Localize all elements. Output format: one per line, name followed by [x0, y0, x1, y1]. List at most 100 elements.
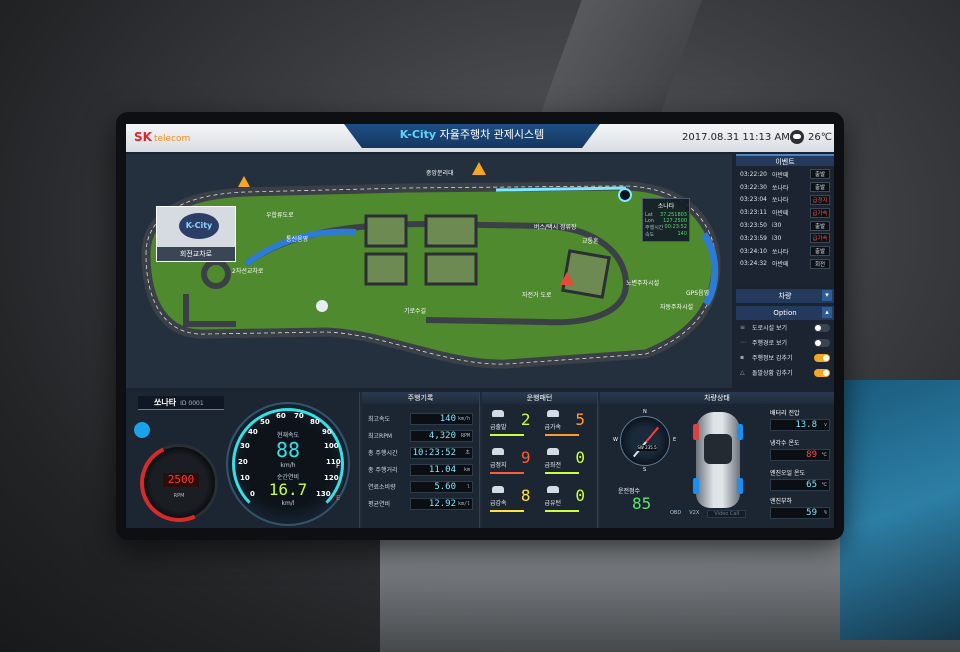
popup-row: 속도 140	[645, 231, 687, 238]
vehicle-name-tag[interactable]: 쏘나타 ID 0001	[138, 396, 224, 410]
pattern-label: 급출발	[490, 424, 507, 431]
event-row[interactable]: 03:22:20 아반떼 출발	[740, 168, 830, 181]
pattern-value: 0	[575, 486, 585, 505]
map-label-bike-road: 자전거 도로	[522, 292, 552, 299]
tablet-frame: SK telecom K-City 자율주행차 관제시스템 2017.08.31 …	[116, 112, 844, 540]
rpm-gauge: 2500 RPM	[129, 433, 229, 528]
map-label-auto-parking: 자동주차시설	[660, 304, 694, 311]
camera-icon[interactable]	[134, 422, 150, 438]
car-icon	[546, 448, 559, 455]
header-bar: SK telecom K-City 자율주행차 관제시스템 2017.08.31 …	[126, 124, 834, 152]
route-highlight	[495, 186, 627, 192]
fuel-eff-unit: km/l	[281, 500, 295, 507]
pattern-value: 0	[575, 448, 585, 467]
map-label-tree-road: 기로수길	[404, 308, 427, 315]
car-icon: ▪	[740, 354, 745, 361]
vehicle-status-pane: 차량상태 N S E W SW 235.5 운전점수 85 OBD V2X Vi…	[600, 392, 834, 528]
speed-unit: km/h	[280, 462, 296, 469]
pattern-label: 급좌전	[544, 462, 562, 469]
toggle-hide-incidents[interactable]	[814, 368, 830, 377]
record-row: 총 주행거리 11.04 km	[362, 461, 479, 478]
popup-title: 소나타	[657, 203, 675, 210]
car-topview	[693, 412, 743, 508]
warning-icon: △	[740, 369, 745, 376]
drive-score-value: 85	[632, 494, 652, 513]
v2x-tag[interactable]: V2X	[689, 510, 699, 518]
rotary-preview-card[interactable]: K-City 회전교차로	[156, 206, 236, 262]
compass-w: W	[613, 437, 618, 443]
pattern-cell: 급출발 2	[488, 408, 537, 442]
event-row[interactable]: 03:23:04 쏘나타 급정지	[740, 194, 830, 207]
fuel-empty-mark: E	[336, 494, 341, 502]
warning-sign-icon[interactable]	[238, 176, 250, 187]
pattern-bar	[490, 434, 524, 436]
car-icon	[492, 448, 504, 455]
vehicle-dropdown[interactable]: 차량 ▾	[736, 289, 834, 303]
pattern-bar	[544, 434, 579, 436]
option-road-facilities[interactable]: ≡ 도로시설 보기	[736, 320, 834, 335]
driving-record-header: 주행기록	[362, 392, 479, 404]
driving-pattern-header: 운행패턴	[482, 392, 597, 404]
oil-meter: 엔진오일 온도 65 ℃	[770, 468, 830, 491]
load-meter: 엔진부하 59%	[770, 496, 830, 519]
car-window	[704, 434, 732, 464]
tire-front-left	[693, 424, 699, 440]
background-window	[840, 380, 960, 640]
car-icon	[492, 486, 504, 493]
battery-meter: 배터리 전압 13.8 v	[770, 408, 830, 431]
screen: SK telecom K-City 자율주행차 관제시스템 2017.08.31 …	[126, 124, 834, 528]
events-list[interactable]: 03:22:20 아반떼 출발 03:22:30 쏘나타 출발 03:23:04 쏘나타 급…	[736, 166, 834, 286]
pattern-bar	[490, 472, 524, 474]
option-route[interactable]: ⋯ 주행경로 보기	[736, 335, 834, 350]
track-map[interactable]: K-City 회전교차로 중앙분리대 우합류도로 통신음영 2차선교차로 버스/…	[126, 154, 732, 388]
route-icon: ⋯	[740, 339, 746, 346]
toggle-hide-info[interactable]	[814, 353, 830, 362]
option-hide-incidents[interactable]: △ 돌발상황 감추기	[736, 365, 834, 380]
pattern-bar	[544, 510, 579, 512]
chevron-up-icon[interactable]: ▴	[822, 307, 832, 318]
toggle-route[interactable]	[814, 338, 830, 347]
background-pillar	[538, 0, 702, 120]
hazard-sign-icon[interactable]	[560, 272, 574, 285]
pattern-cell: 급감속 8	[488, 484, 537, 518]
compass-readout: SW 235.5	[637, 445, 657, 451]
pattern-value: 5	[575, 410, 585, 429]
toggle-road-facilities[interactable]	[814, 323, 830, 332]
pattern-cell: 급유턴 0	[543, 484, 592, 518]
option-header[interactable]: Option ▴	[736, 306, 834, 320]
fuel-eff-value: 16.7	[268, 480, 308, 499]
event-row[interactable]: 03:24:32 아반떼 회전	[740, 258, 830, 271]
map-label-bus-stop: 버스/택시 정류장	[534, 224, 577, 231]
event-row[interactable]: 03:23:59 i30 급가속	[740, 232, 830, 245]
pattern-cell: 급정지 9	[488, 446, 537, 480]
speed-tick: 50	[260, 418, 270, 426]
event-row[interactable]: 03:22:30 쏘나타 출발	[740, 181, 830, 194]
map-label-median: 중앙분리대	[426, 170, 454, 177]
pattern-label: 급가속	[544, 424, 562, 431]
chevron-down-icon[interactable]: ▾	[822, 290, 832, 301]
sk-telecom-logo: SK telecom	[134, 130, 191, 144]
track-map-graphic	[141, 181, 721, 369]
speed-tick: 70	[294, 412, 304, 420]
driving-record-pane: 주행기록 최고속도 140 km/h 최고RPM 4,320 RPM 총 주행시간 10:…	[362, 392, 480, 528]
event-row[interactable]: 03:23:11 아반떼 급가속	[740, 206, 830, 219]
map-label-gps-shadow: GPS음영	[686, 290, 710, 297]
vehicle-position-icon[interactable]	[618, 188, 632, 202]
option-hide-info[interactable]: ▪ 주행정보 감추기	[736, 350, 834, 365]
obd-tag[interactable]: OBD	[670, 510, 681, 518]
compass-n: N	[643, 409, 647, 415]
video-call-button[interactable]: Video Call	[707, 510, 747, 518]
fuel-full-mark: F	[336, 462, 341, 470]
rpm-unit: RPM	[173, 493, 185, 499]
event-row[interactable]: 03:23:50 i30 출발	[740, 219, 830, 232]
car-icon	[546, 486, 559, 493]
road-icon: ≡	[740, 324, 746, 331]
event-row[interactable]: 03:24:10 쏘나타 출발	[740, 245, 830, 258]
compass-s: S	[643, 467, 647, 473]
car-marker-icon[interactable]	[316, 300, 328, 312]
record-row: 평균연비 12.92 km/l	[362, 495, 479, 512]
warning-sign-icon-2[interactable]	[472, 162, 486, 175]
city-block-3	[364, 252, 408, 286]
vehicle-info-popup: 소나타 Lat 37.251803 Lon 127.2500 주행시간 00:23:5…	[642, 198, 690, 242]
pattern-label: 급감속	[490, 500, 507, 507]
